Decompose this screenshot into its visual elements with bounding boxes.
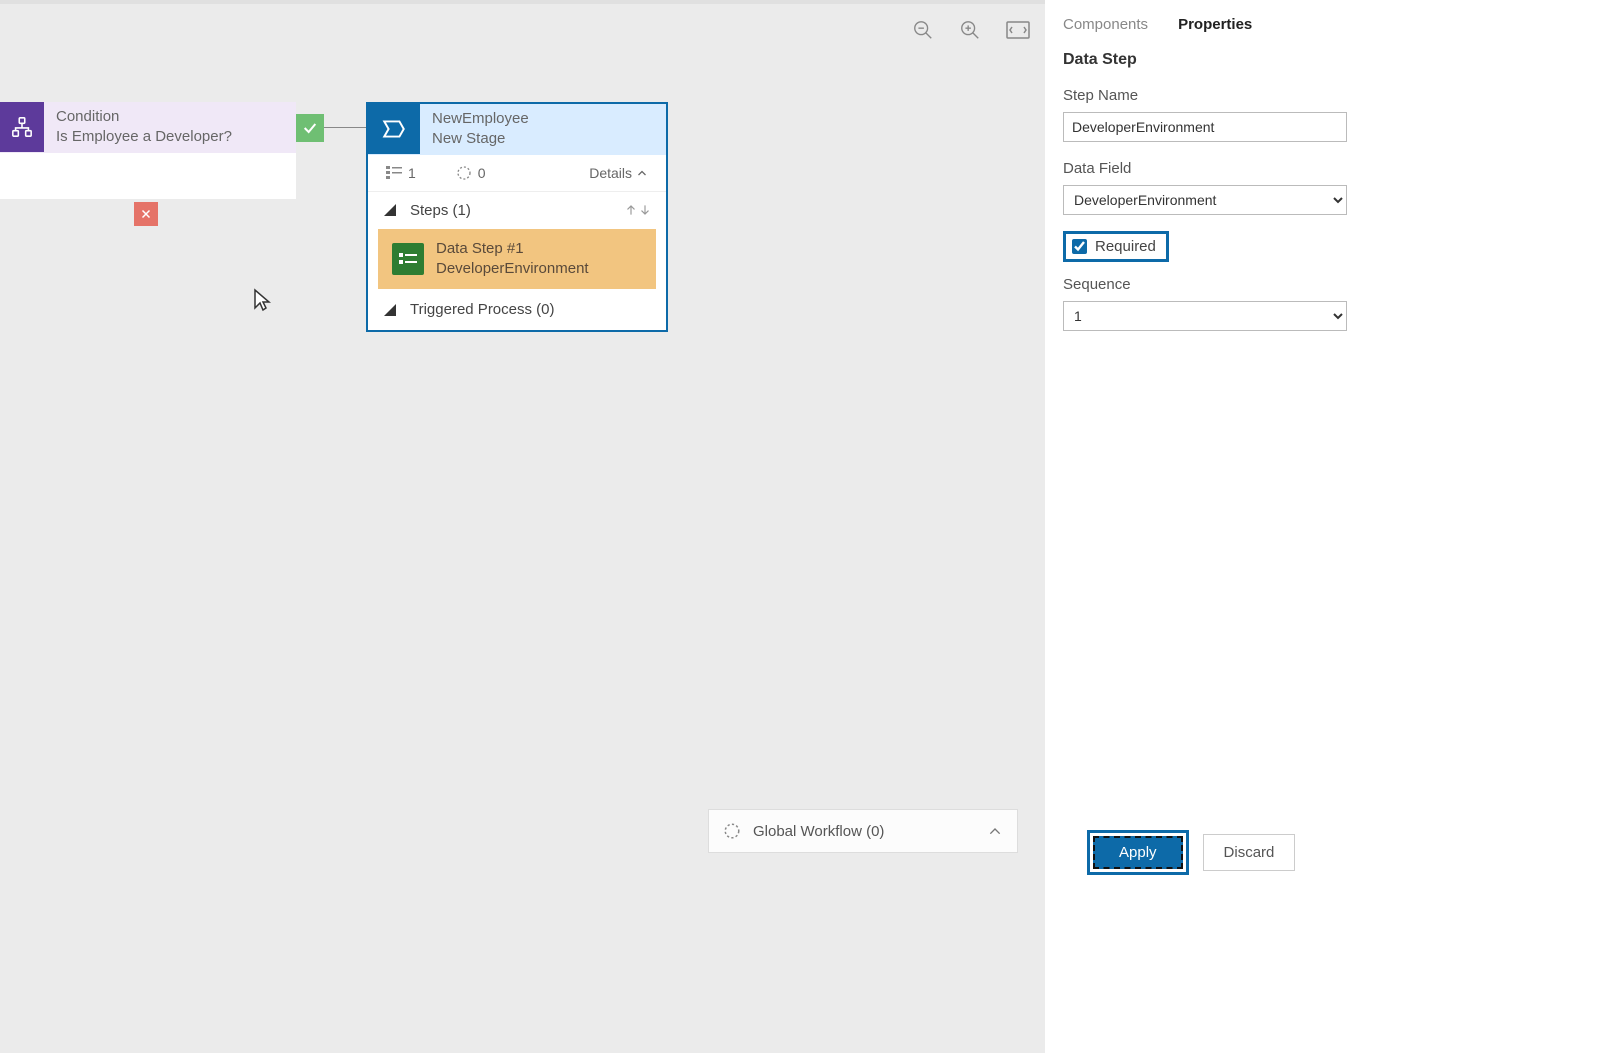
global-workflow-bar[interactable]: Global Workflow (0) <box>708 809 1018 853</box>
step-name-input[interactable] <box>1063 112 1347 142</box>
apply-button[interactable]: Apply <box>1093 836 1183 869</box>
designer-canvas[interactable]: Condition Is Employee a Developer? NewEm… <box>0 0 1045 1053</box>
details-toggle[interactable]: Details <box>589 165 648 181</box>
data-field-select[interactable]: DeveloperEnvironment <box>1063 185 1347 215</box>
stage-title: NewEmployee <box>432 109 529 129</box>
dotted-circle-icon <box>723 822 741 840</box>
required-checkbox[interactable] <box>1072 239 1087 254</box>
zoom-out-icon[interactable] <box>912 19 934 41</box>
condition-subtitle: Is Employee a Developer? <box>56 127 232 147</box>
steps-label: Steps (1) <box>410 202 471 219</box>
triangle-icon <box>382 302 398 318</box>
stage-node[interactable]: NewEmployee New Stage 1 0 Details Steps … <box>366 102 668 332</box>
step-name-label: Step Name <box>1063 87 1582 104</box>
list-icon <box>386 166 402 180</box>
panel-title: Data Step <box>1063 51 1582 69</box>
stage-stats: 1 0 Details <box>368 155 666 192</box>
panel-tabs: Components Properties <box>1063 10 1582 51</box>
steps-header: Steps (1) <box>368 192 666 229</box>
stage-icon <box>368 104 420 154</box>
triggered-process-label: Triggered Process (0) <box>410 301 555 318</box>
global-workflow-label: Global Workflow (0) <box>753 823 884 840</box>
tab-properties[interactable]: Properties <box>1178 16 1252 33</box>
dotted-circle-icon <box>456 165 472 181</box>
discard-button[interactable]: Discard <box>1203 834 1296 871</box>
connector-line <box>324 127 366 128</box>
branch-no-icon[interactable] <box>134 202 158 226</box>
stage-subtitle: New Stage <box>432 129 529 149</box>
stage-circle-count: 0 <box>478 165 486 181</box>
chevron-up-icon[interactable] <box>987 823 1003 839</box>
data-step-subtitle: DeveloperEnvironment <box>436 259 589 279</box>
data-field-label: Data Field <box>1063 160 1582 177</box>
data-step-item[interactable]: Data Step #1 DeveloperEnvironment <box>378 229 656 290</box>
data-step-title: Data Step #1 <box>436 239 589 259</box>
condition-header: Condition Is Employee a Developer? <box>0 102 296 153</box>
panel-buttons: Apply Discard <box>1063 830 1582 1035</box>
chevron-up-icon <box>636 167 648 179</box>
condition-title: Condition <box>56 107 232 127</box>
triangle-icon <box>382 202 398 218</box>
canvas-toolbar <box>912 19 1030 41</box>
condition-icon <box>0 102 44 152</box>
arrow-down-icon[interactable] <box>638 202 652 218</box>
tab-components[interactable]: Components <box>1063 16 1148 33</box>
properties-panel: Components Properties Data Step Step Nam… <box>1045 0 1600 1053</box>
required-label: Required <box>1095 238 1156 255</box>
triggered-process-row[interactable]: Triggered Process (0) <box>368 289 666 330</box>
stage-list-count: 1 <box>408 165 416 181</box>
sequence-select[interactable]: 1 <box>1063 301 1347 331</box>
form-icon <box>392 243 424 275</box>
sequence-label: Sequence <box>1063 276 1582 293</box>
cursor-icon <box>253 288 271 312</box>
fit-screen-icon[interactable] <box>1006 21 1030 39</box>
arrow-up-icon[interactable] <box>624 202 638 218</box>
branch-yes-icon[interactable] <box>296 114 324 142</box>
required-checkbox-group[interactable]: Required <box>1063 231 1169 262</box>
stage-header: NewEmployee New Stage <box>368 104 666 155</box>
zoom-in-icon[interactable] <box>959 19 981 41</box>
condition-node[interactable]: Condition Is Employee a Developer? <box>0 102 296 199</box>
